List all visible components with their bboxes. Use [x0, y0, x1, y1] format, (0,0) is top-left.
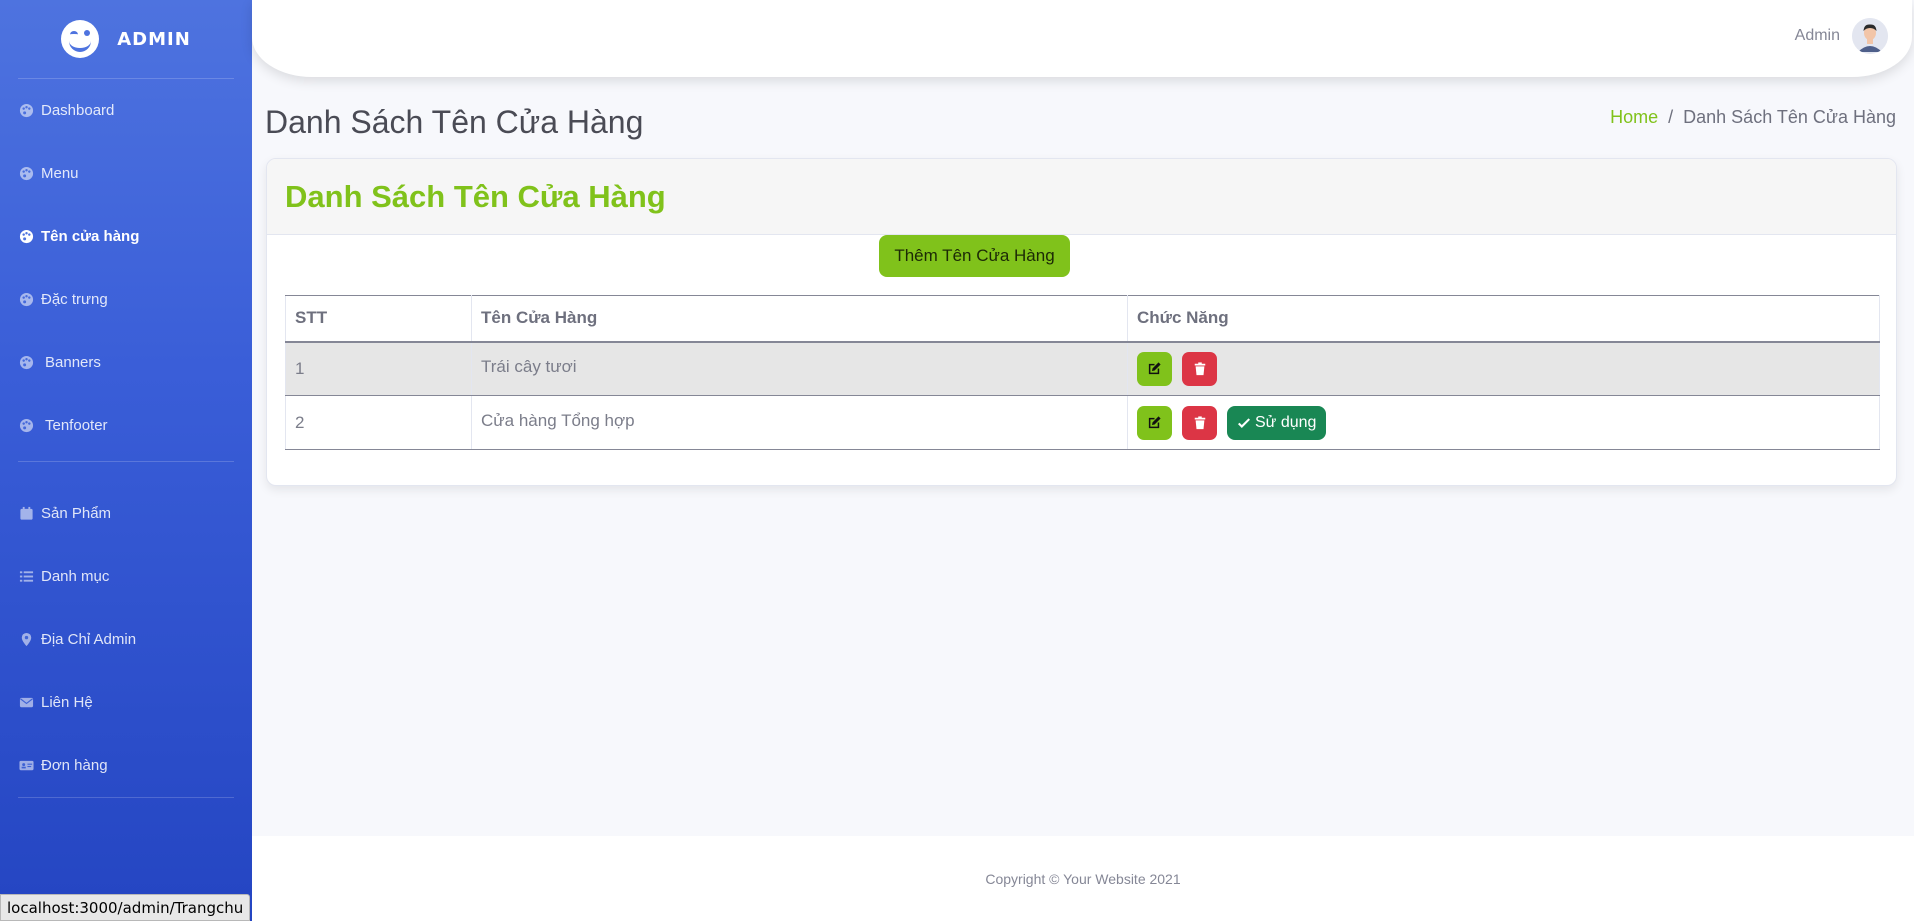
sidebar-item-label: Banners	[45, 354, 101, 371]
in-use-button[interactable]: Sử dụng	[1227, 405, 1327, 440]
palette-icon	[19, 292, 34, 307]
delete-button[interactable]	[1182, 351, 1217, 386]
sidebar-item-label: Tenfooter	[45, 417, 108, 434]
wink-logo-icon	[61, 20, 100, 58]
cell-store-name: Trái cây tươi	[471, 341, 1128, 396]
sidebar-item-ten-cua-hang[interactable]: Tên cửa hàng	[0, 205, 252, 268]
trash-icon	[1194, 415, 1205, 429]
breadcrumb-separator: /	[1668, 107, 1674, 127]
sidebar-item-label: Địa Chỉ Admin	[41, 631, 137, 648]
sidebar-item-dia-chi-admin[interactable]: Địa Chỉ Admin	[0, 608, 252, 671]
sidebar-item-label: Liên Hệ	[41, 694, 93, 711]
add-store-name-button[interactable]: Thêm Tên Cửa Hàng	[879, 235, 1070, 277]
cell-actions: Sử dụng	[1127, 395, 1880, 450]
column-header-name: Tên Cửa Hàng	[471, 295, 1128, 343]
sidebar-item-label: Đặc trưng	[41, 291, 108, 308]
sidebar-item-label: Menu	[41, 165, 79, 182]
edit-icon	[1148, 416, 1161, 429]
user-menu[interactable]: Admin	[1795, 18, 1888, 54]
sidebar-divider	[18, 461, 234, 462]
sidebar-item-label: Tên cửa hàng	[41, 228, 140, 245]
sidebar-item-lien-he[interactable]: Liên Hệ	[0, 671, 252, 734]
calendar-icon	[19, 506, 34, 521]
edit-button[interactable]	[1137, 405, 1172, 440]
sidebar-item-dac-trung[interactable]: Đặc trưng	[0, 268, 252, 331]
table-row: 2 Cửa hàng Tổng hợp Sử dụng	[285, 395, 1880, 450]
sidebar-item-label: Đơn hàng	[41, 757, 108, 774]
sidebar-item-label: Sản Phẩm	[41, 505, 112, 522]
footer: Copyright © Your Website 2021	[252, 836, 1914, 921]
column-header-actions: Chức Năng	[1127, 295, 1880, 343]
sidebar-item-menu[interactable]: Menu	[0, 142, 252, 205]
check-icon	[1238, 417, 1250, 428]
column-header-stt: STT	[285, 295, 472, 343]
copyright-text: Copyright © Your Website 2021	[985, 870, 1181, 887]
palette-icon	[19, 229, 34, 244]
sidebar-brand[interactable]: ADMIN	[0, 0, 252, 78]
page-title: Danh Sách Tên Cửa Hàng	[265, 104, 644, 140]
store-name-card: Danh Sách Tên Cửa Hàng Thêm Tên Cửa Hàng…	[266, 158, 1897, 486]
edit-button[interactable]	[1137, 351, 1172, 386]
sidebar-item-tenfooter[interactable]: Tenfooter	[0, 394, 252, 457]
envelope-icon	[19, 695, 34, 710]
trash-icon	[1194, 362, 1205, 375]
sidebar-item-label: Dashboard	[41, 102, 115, 119]
topbar: Admin	[252, 0, 1912, 77]
id-card-icon	[19, 758, 34, 773]
breadcrumb-home-link[interactable]: Home	[1610, 107, 1658, 128]
card-title: Danh Sách Tên Cửa Hàng	[285, 178, 666, 214]
brand-name: ADMIN	[117, 28, 191, 50]
sidebar-divider	[18, 797, 234, 798]
palette-icon	[19, 355, 34, 370]
palette-icon	[19, 418, 34, 433]
delete-button[interactable]	[1182, 405, 1217, 440]
cell-actions	[1127, 341, 1880, 396]
palette-icon	[19, 103, 34, 118]
card-header: Danh Sách Tên Cửa Hàng	[267, 159, 1896, 235]
sidebar-item-danh-muc[interactable]: Danh mục	[0, 545, 252, 608]
avatar[interactable]	[1852, 18, 1888, 54]
map-pin-icon	[19, 632, 34, 647]
sidebar-item-don-hang[interactable]: Đơn hàng	[0, 734, 252, 797]
sidebar: ADMIN Dashboard Menu Tên cửa hàng Đặc tr…	[0, 0, 252, 921]
table-header-row: STT Tên Cửa Hàng Chức Năng	[285, 295, 1880, 343]
breadcrumb: Home / Danh Sách Tên Cửa Hàng	[1610, 107, 1896, 128]
sidebar-item-san-pham[interactable]: Sản Phẩm	[0, 482, 252, 545]
palette-icon	[19, 166, 34, 181]
sidebar-item-dashboard[interactable]: Dashboard	[0, 79, 252, 142]
cell-stt: 2	[285, 395, 472, 450]
sidebar-item-label: Danh mục	[41, 568, 110, 585]
in-use-label: Sử dụng	[1255, 413, 1317, 431]
user-name: Admin	[1794, 27, 1840, 44]
store-name-table: STT Tên Cửa Hàng Chức Năng 1 Trái cây tư…	[285, 295, 1880, 450]
table-row: 1 Trái cây tươi	[285, 341, 1880, 396]
edit-icon	[1148, 362, 1161, 375]
cell-stt: 1	[285, 341, 472, 396]
cell-store-name: Cửa hàng Tổng hợp	[471, 395, 1128, 450]
sidebar-item-banners[interactable]: Banners	[0, 331, 252, 394]
status-bar-url: localhost:3000/admin/Trangchu	[0, 894, 251, 921]
list-icon	[19, 569, 34, 584]
breadcrumb-current: Danh Sách Tên Cửa Hàng	[1683, 107, 1896, 127]
